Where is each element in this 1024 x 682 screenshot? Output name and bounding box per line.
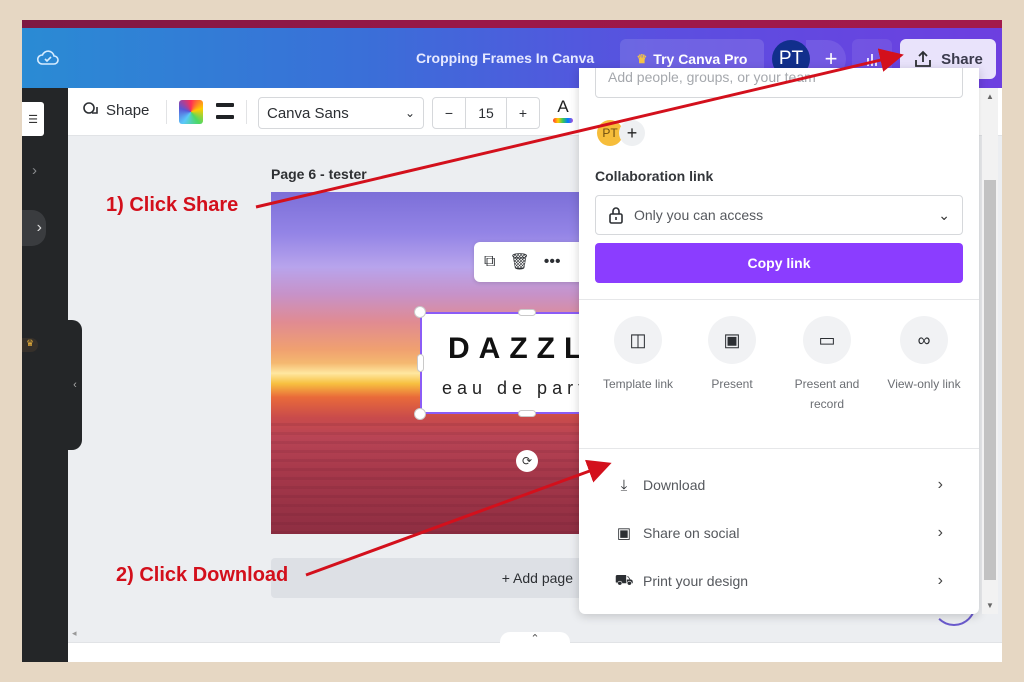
chevron-right-icon[interactable]: › bbox=[32, 162, 37, 179]
collaboration-link-heading: Collaboration link bbox=[595, 168, 714, 184]
text-color-icon: A bbox=[557, 97, 569, 116]
text-color-swatch bbox=[553, 118, 573, 123]
pro-crown-badge: ♛ bbox=[22, 338, 38, 352]
chevron-right-icon: › bbox=[937, 524, 943, 541]
heart-icon: ▣ bbox=[616, 525, 632, 542]
share-label: Share bbox=[941, 50, 983, 68]
menu-item-print[interactable]: ⛟ Print your design › bbox=[613, 566, 943, 596]
record-icon: ▭ bbox=[803, 316, 851, 364]
truck-icon: ⛟ bbox=[614, 571, 634, 589]
increase-font-size-button[interactable]: + bbox=[507, 98, 539, 128]
sliders-icon: ☰ bbox=[28, 113, 38, 126]
menu-item-share-on-social[interactable]: ▣ Share on social › bbox=[613, 518, 943, 548]
annotation-step-2: 2) Click Download bbox=[116, 564, 289, 586]
collaborator-list: PT + bbox=[597, 120, 645, 146]
quick-action-label: View-only link bbox=[887, 377, 961, 391]
chevron-up-icon: ⌃ bbox=[530, 633, 540, 645]
annotation-step-1: 1) Click Share bbox=[106, 194, 239, 216]
chevron-down-icon: ⌄ bbox=[404, 106, 415, 120]
lock-icon bbox=[609, 207, 623, 224]
link-access-dropdown[interactable]: Only you can access ⌄ bbox=[595, 195, 963, 235]
quick-action-label: Template link bbox=[602, 377, 674, 391]
link-icon: ∞ bbox=[900, 316, 948, 364]
chevron-left-icon: ‹ bbox=[73, 379, 77, 391]
resize-handle[interactable] bbox=[414, 408, 426, 420]
scroll-up-arrow[interactable]: ▲ bbox=[982, 92, 998, 101]
chevron-down-icon: ⌄ bbox=[938, 206, 950, 223]
left-side-panel: ☰ › › ♛ bbox=[22, 88, 68, 662]
quick-action-template-link[interactable]: ◫ Template link bbox=[591, 316, 685, 394]
adjust-panel-tab[interactable]: ☰ bbox=[22, 102, 44, 136]
resize-handle[interactable] bbox=[518, 309, 536, 316]
template-icon: ◫ bbox=[614, 316, 662, 364]
page-label[interactable]: Page 6 - tester bbox=[271, 166, 367, 182]
download-icon: ⤓ bbox=[620, 476, 628, 494]
menu-item-label: Print your design bbox=[643, 573, 749, 589]
present-icon: ▣ bbox=[708, 316, 756, 364]
copy-link-button[interactable]: Copy link bbox=[595, 243, 963, 283]
chevron-right-icon: › bbox=[937, 572, 943, 589]
browser-top-strip bbox=[22, 20, 1002, 28]
resize-handle[interactable] bbox=[417, 354, 424, 372]
toolbar-divider bbox=[246, 100, 247, 124]
expand-section-button[interactable]: › bbox=[22, 210, 46, 246]
quick-action-view-only-link[interactable]: ∞ View-only link bbox=[873, 316, 975, 394]
font-name: Canva Sans bbox=[267, 104, 349, 122]
trash-icon[interactable]: 🗑 bbox=[509, 252, 529, 272]
chevron-right-icon: › bbox=[36, 219, 42, 236]
rotate-icon[interactable]: ⟳ bbox=[516, 450, 538, 472]
menu-item-label: Share on social bbox=[643, 525, 740, 541]
decrease-font-size-button[interactable]: − bbox=[433, 98, 465, 128]
quick-action-label: Present and record bbox=[794, 377, 860, 411]
share-panel: Add people, groups, or your team PT + Co… bbox=[579, 68, 979, 614]
add-collaborator-button[interactable]: + bbox=[619, 120, 645, 146]
add-page-button[interactable]: + Add page bbox=[271, 558, 611, 598]
scrollbar-thumb[interactable] bbox=[984, 180, 996, 580]
more-options-icon[interactable]: ••• bbox=[544, 253, 561, 271]
font-size-stepper: − 15 + bbox=[432, 97, 540, 129]
subheading-text[interactable]: eau de part bbox=[442, 378, 588, 399]
document-title[interactable]: Cropping Frames In Canva bbox=[416, 50, 594, 66]
text-color-button[interactable]: A bbox=[552, 97, 574, 127]
toolbar-divider bbox=[166, 100, 167, 124]
show-pages-toggle[interactable]: ⌃ bbox=[500, 632, 570, 646]
chevron-right-icon: › bbox=[937, 476, 943, 493]
resize-handle[interactable] bbox=[518, 410, 536, 417]
scroll-down-arrow[interactable]: ▼ bbox=[982, 601, 998, 610]
add-people-input[interactable]: Add people, groups, or your team bbox=[595, 68, 963, 98]
font-size-input[interactable]: 15 bbox=[465, 98, 507, 128]
shape-label: Shape bbox=[106, 101, 150, 119]
section-divider bbox=[579, 448, 979, 449]
bar-chart-icon bbox=[867, 54, 877, 66]
border-style-button[interactable] bbox=[216, 103, 234, 119]
quick-action-label: Present bbox=[711, 377, 753, 391]
menu-item-label: Download bbox=[643, 477, 706, 493]
heading-text[interactable]: DAZZL bbox=[448, 332, 591, 366]
collapse-panel-button[interactable]: ‹ bbox=[68, 320, 82, 450]
color-picker-button[interactable] bbox=[179, 100, 203, 124]
try-pro-label: Try Canva Pro bbox=[653, 51, 748, 67]
quick-action-present-record[interactable]: ▭ Present and record bbox=[779, 316, 875, 414]
access-value: Only you can access bbox=[634, 207, 764, 223]
cloud-saved-icon[interactable] bbox=[36, 47, 60, 69]
menu-item-download[interactable]: ⤓ Download › bbox=[613, 470, 943, 500]
shape-button[interactable]: Shape bbox=[82, 101, 149, 119]
shape-icon bbox=[83, 102, 98, 114]
share-panel-scrollbar[interactable]: ▲ ▼ bbox=[982, 88, 998, 614]
upload-icon bbox=[915, 50, 932, 67]
font-family-dropdown[interactable]: Canva Sans ⌄ bbox=[258, 97, 424, 129]
resize-handle[interactable] bbox=[414, 306, 426, 318]
quick-action-present[interactable]: ▣ Present bbox=[685, 316, 779, 394]
crown-icon: ♛ bbox=[636, 52, 648, 66]
duplicate-icon[interactable]: ⧉ bbox=[484, 253, 495, 271]
section-divider bbox=[579, 299, 979, 300]
